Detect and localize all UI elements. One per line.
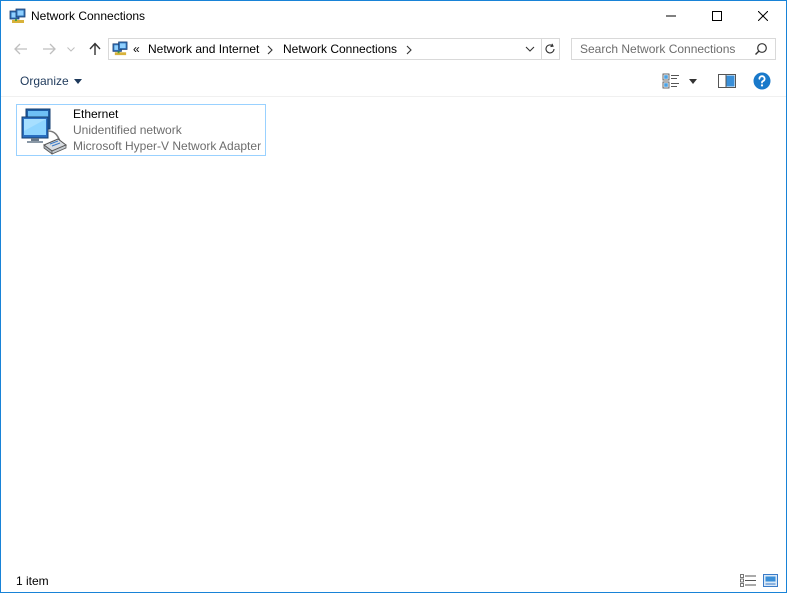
help-icon[interactable] [753,72,771,90]
navigation-bar: « Network and Internet Network Connectio… [1,33,786,65]
connection-status: Unidentified network [73,123,182,137]
address-history-dropdown[interactable] [523,43,537,55]
breadcrumb-network-and-internet[interactable]: Network and Internet [148,42,259,56]
search-box[interactable] [571,38,776,60]
window-title: Network Connections [31,9,146,23]
up-button[interactable] [85,39,105,59]
view-options-dropdown-icon[interactable] [689,79,697,84]
close-icon [758,11,768,21]
address-bar[interactable]: « Network and Internet Network Connectio… [108,38,542,60]
command-bar: Organize [1,66,786,97]
back-arrow-icon [14,43,27,55]
maximize-button[interactable] [694,1,740,31]
recent-locations-button[interactable] [64,39,78,59]
refresh-icon [545,43,555,54]
chevron-right-icon[interactable] [405,45,413,55]
back-button[interactable] [11,39,31,59]
minimize-icon [666,15,676,17]
breadcrumb-overflow[interactable]: « [133,42,140,56]
preview-pane-icon[interactable] [718,74,736,88]
forward-arrow-icon [43,43,56,55]
breadcrumb-network-connections[interactable]: Network Connections [283,42,397,56]
title-bar[interactable]: Network Connections [1,1,786,32]
chevron-right-icon[interactable] [266,45,274,55]
network-connections-window: Network Connections « Network and Intern… [0,0,787,593]
caret-down-icon [73,78,82,84]
item-count: 1 item [16,574,49,588]
status-bar: 1 item [1,568,786,592]
connection-name: Ethernet [73,107,119,121]
organize-menu-button[interactable]: Organize [20,74,82,88]
large-icons-view-icon[interactable] [763,574,778,587]
search-icon[interactable] [754,42,768,56]
details-view-icon[interactable] [740,574,757,587]
chevron-down-icon [67,46,75,52]
connection-device: Microsoft Hyper-V Network Adapter [73,139,262,153]
connections-list[interactable]: Ethernet Unidentified network Microsoft … [1,98,786,566]
ethernet-adapter-icon [21,108,67,155]
connection-item-ethernet[interactable]: Ethernet Unidentified network Microsoft … [16,104,266,156]
forward-button[interactable] [39,39,59,59]
up-arrow-icon [89,42,101,55]
close-button[interactable] [740,1,786,31]
search-input[interactable] [572,39,752,59]
network-connections-icon [9,8,26,23]
network-connections-icon [112,41,128,56]
refresh-button[interactable] [540,38,560,60]
maximize-icon [712,11,722,21]
minimize-button[interactable] [648,1,694,31]
change-view-icon[interactable] [662,73,680,89]
organize-label: Organize [20,74,69,88]
